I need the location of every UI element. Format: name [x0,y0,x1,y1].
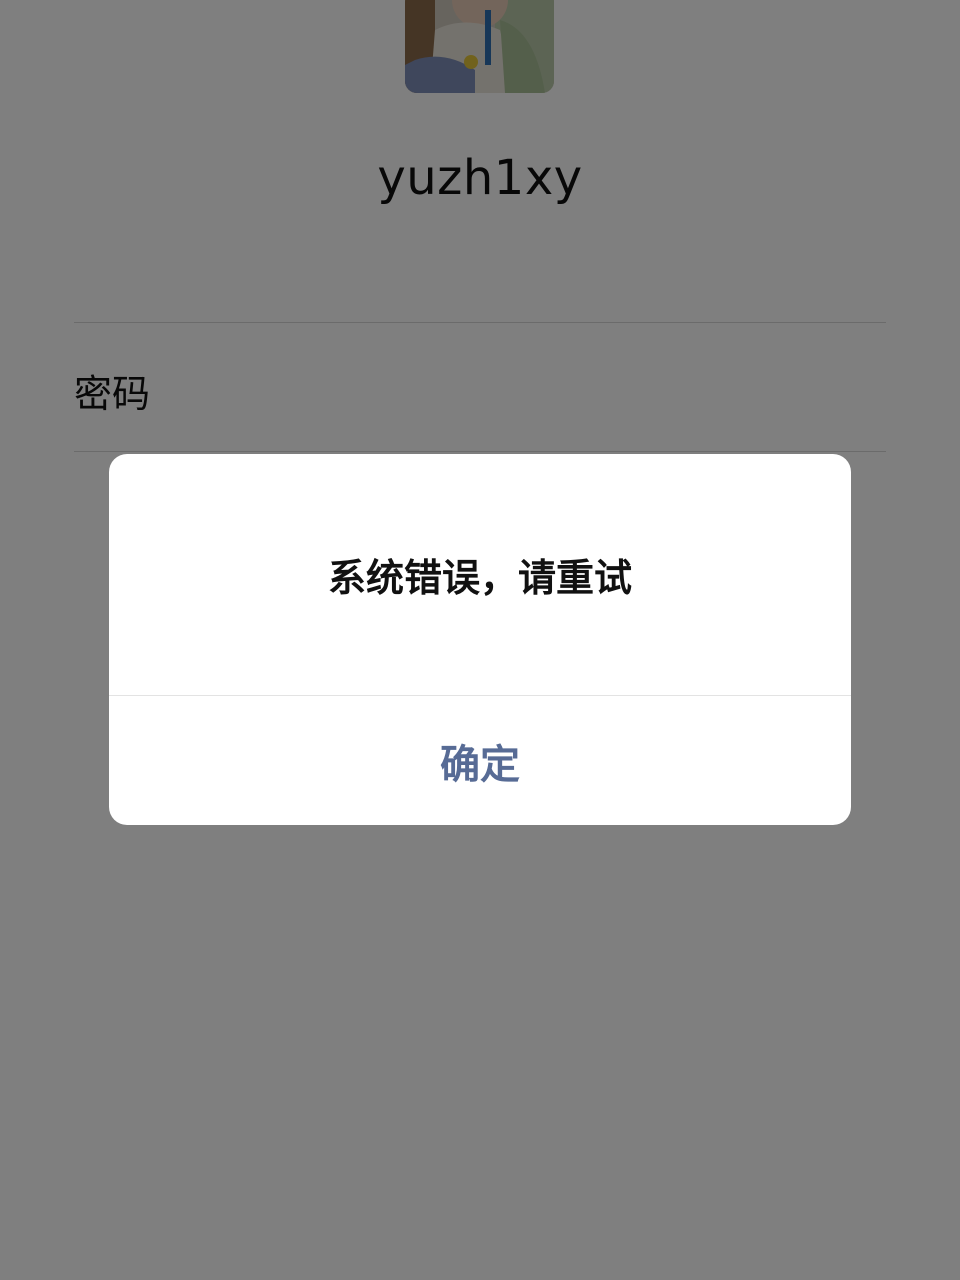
dialog-message: 系统错误，请重试 [327,556,632,600]
error-dialog: 系统错误，请重试 确定 [109,454,851,825]
confirm-button[interactable]: 确定 [109,696,851,825]
